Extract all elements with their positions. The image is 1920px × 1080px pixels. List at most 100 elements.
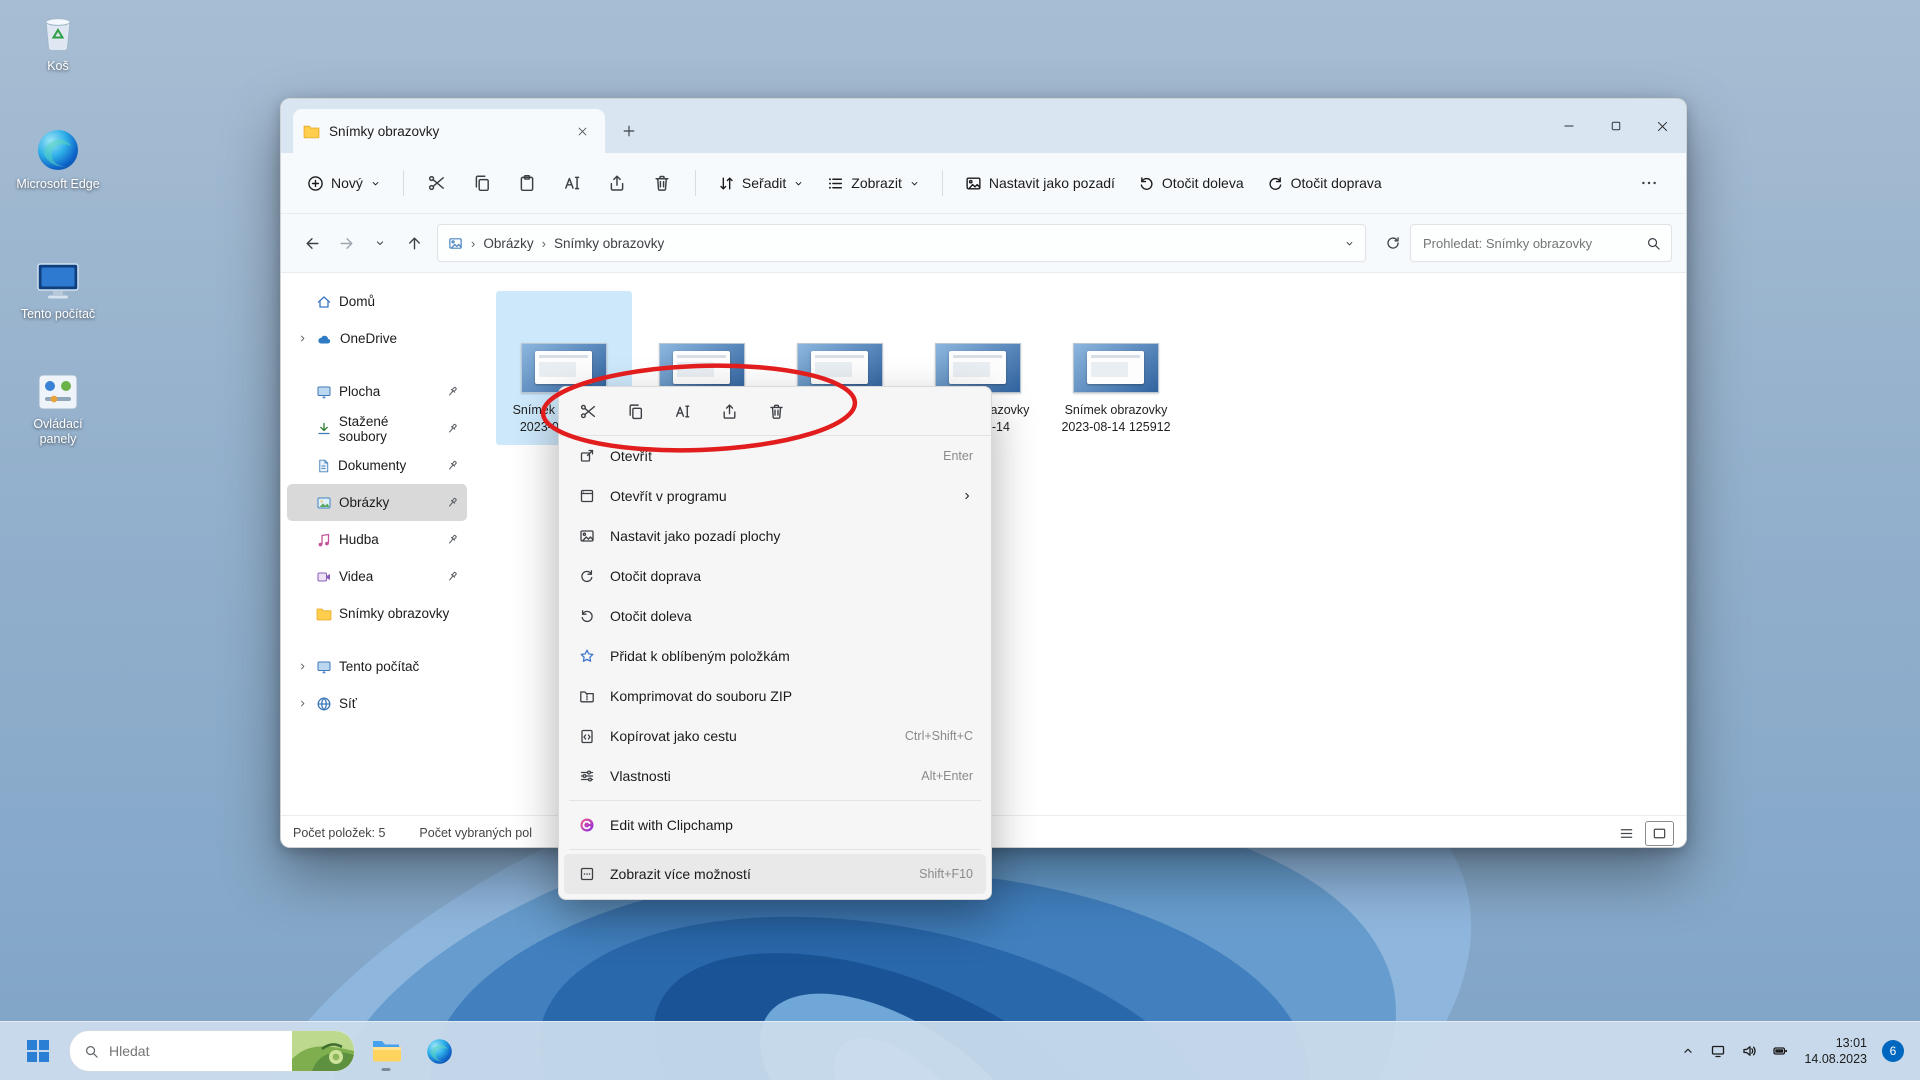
new-button[interactable]: Nový bbox=[297, 168, 391, 199]
view-button[interactable]: Zobrazit bbox=[817, 168, 930, 199]
rotate-right-button[interactable]: Otočit doprava bbox=[1257, 168, 1392, 199]
menu-item-compress-to-zip[interactable]: Komprimovat do souboru ZIP bbox=[564, 676, 986, 716]
breadcrumb-item-snimky-obrazovky[interactable]: Snímky obrazovky bbox=[554, 236, 664, 251]
sort-button[interactable]: Seřadit bbox=[708, 168, 814, 199]
share-button[interactable] bbox=[596, 165, 638, 201]
up-button[interactable] bbox=[397, 226, 431, 260]
menu-item-label: Zobrazit více možností bbox=[610, 866, 906, 882]
tray-chevron-up-icon[interactable] bbox=[1681, 1044, 1695, 1058]
desktop-icon-control-panel[interactable]: Ovládací panely bbox=[10, 372, 106, 447]
sidebar-gap bbox=[281, 632, 473, 648]
chevron-down-icon bbox=[370, 178, 381, 189]
context-menu-command-bar bbox=[559, 387, 991, 436]
new-tab-button[interactable] bbox=[613, 115, 645, 147]
volume-icon[interactable] bbox=[1741, 1043, 1757, 1059]
sidebar-item-desktop[interactable]: Plocha bbox=[287, 373, 467, 410]
minimize-button[interactable] bbox=[1545, 99, 1592, 153]
menu-item-open-with[interactable]: Otevřít v programu bbox=[564, 476, 986, 516]
toolbar-divider bbox=[942, 170, 943, 196]
menu-item-copy-as-path[interactable]: Kopírovat jako cestu Ctrl+Shift+C bbox=[564, 716, 986, 756]
desktop-icon-recycle-bin[interactable]: Koš bbox=[10, 10, 106, 74]
titlebar[interactable]: Snímky obrazovky bbox=[281, 99, 1686, 153]
edge-icon bbox=[36, 128, 80, 172]
sidebar-item-label: Obrázky bbox=[339, 495, 389, 510]
file-tile-5[interactable]: Snímek obrazovky 2023-08-14 125912 bbox=[1048, 291, 1184, 445]
tab-close-button[interactable] bbox=[569, 118, 595, 144]
search-promo-image[interactable] bbox=[292, 1031, 354, 1071]
menu-item-label: Komprimovat do souboru ZIP bbox=[610, 688, 960, 704]
chevron-right-icon[interactable] bbox=[295, 661, 309, 672]
rotate-left-button[interactable]: Otočit doleva bbox=[1128, 168, 1254, 199]
breadcrumb-separator-icon: › bbox=[471, 236, 475, 251]
paste-button[interactable] bbox=[506, 165, 548, 201]
taskbar-file-explorer-button[interactable] bbox=[364, 1028, 408, 1074]
sort-button-label: Seřadit bbox=[742, 175, 786, 191]
chevron-right-icon[interactable] bbox=[295, 698, 309, 709]
explorer-search-input[interactable] bbox=[1421, 235, 1638, 252]
chevron-down-icon bbox=[793, 178, 804, 189]
desktop-icon-edge[interactable]: Microsoft Edge bbox=[10, 128, 106, 192]
network-tray-icon[interactable] bbox=[1710, 1043, 1726, 1059]
cut-button[interactable] bbox=[416, 165, 458, 201]
close-button[interactable] bbox=[1639, 99, 1686, 153]
share-button[interactable] bbox=[710, 393, 748, 429]
menu-item-rotate-left[interactable]: Otočit doleva bbox=[564, 596, 986, 636]
sidebar-item-downloads[interactable]: Stažené soubory bbox=[287, 410, 467, 447]
details-view-button[interactable] bbox=[1613, 822, 1640, 845]
rename-button[interactable] bbox=[551, 165, 593, 201]
sidebar-item-home[interactable]: Domů bbox=[287, 283, 467, 320]
large-icons-view-button[interactable] bbox=[1645, 821, 1674, 846]
star-icon bbox=[577, 648, 597, 664]
menu-item-open[interactable]: Otevřít Enter bbox=[564, 436, 986, 476]
toolbar-divider bbox=[695, 170, 696, 196]
address-bar: › Obrázky › Snímky obrazovky bbox=[281, 214, 1686, 273]
breadcrumb-item-obrazky[interactable]: Obrázky bbox=[483, 236, 533, 251]
taskbar-edge-button[interactable] bbox=[417, 1028, 461, 1074]
taskbar-search-input[interactable] bbox=[107, 1042, 261, 1060]
sidebar-item-videos[interactable]: Videa bbox=[287, 558, 467, 595]
battery-icon[interactable] bbox=[1772, 1043, 1789, 1059]
explorer-search-box[interactable] bbox=[1410, 224, 1672, 262]
history-chevron-button[interactable] bbox=[363, 226, 397, 260]
sidebar-item-pictures[interactable]: Obrázky bbox=[287, 484, 467, 521]
set-background-button[interactable]: Nastavit jako pozadí bbox=[955, 168, 1125, 199]
menu-item-shortcut: Shift+F10 bbox=[919, 867, 973, 881]
address-dropdown-chevron-icon[interactable] bbox=[1344, 238, 1355, 249]
delete-button[interactable] bbox=[757, 393, 795, 429]
sidebar-item-this-pc[interactable]: Tento počítač bbox=[287, 648, 467, 685]
copy-button[interactable] bbox=[461, 165, 503, 201]
start-button[interactable] bbox=[16, 1028, 60, 1074]
menu-item-rotate-right[interactable]: Otočit doprava bbox=[564, 556, 986, 596]
sidebar-item-documents[interactable]: Dokumenty bbox=[287, 447, 467, 484]
desktop-icon-this-pc[interactable]: Tento počítač bbox=[10, 260, 106, 322]
chevron-right-icon[interactable] bbox=[295, 333, 309, 344]
breadcrumb[interactable]: › Obrázky › Snímky obrazovky bbox=[437, 224, 1366, 262]
menu-item-show-more-options[interactable]: Zobrazit více možností Shift+F10 bbox=[564, 854, 986, 894]
zip-icon bbox=[577, 688, 597, 704]
see-more-button[interactable] bbox=[1628, 165, 1670, 201]
pin-icon bbox=[446, 533, 459, 546]
menu-item-label: Přidat k oblíbeným položkám bbox=[610, 648, 960, 664]
menu-item-properties[interactable]: Vlastnosti Alt+Enter bbox=[564, 756, 986, 796]
sidebar-item-screenshots[interactable]: Snímky obrazovky bbox=[287, 595, 467, 632]
menu-item-edit-with-clipchamp[interactable]: Edit with Clipchamp bbox=[564, 805, 986, 845]
refresh-button[interactable] bbox=[1376, 226, 1410, 260]
forward-button[interactable] bbox=[329, 226, 363, 260]
taskbar-clock[interactable]: 13:01 14.08.2023 bbox=[1804, 1035, 1867, 1068]
copy-button[interactable] bbox=[616, 393, 654, 429]
cut-button[interactable] bbox=[569, 393, 607, 429]
notification-count-badge[interactable]: 6 bbox=[1882, 1040, 1904, 1062]
menu-item-set-as-desktop-background[interactable]: Nastavit jako pozadí plochy bbox=[564, 516, 986, 556]
menu-item-add-to-favorites[interactable]: Přidat k oblíbeným položkám bbox=[564, 636, 986, 676]
tab-snimky-obrazovky[interactable]: Snímky obrazovky bbox=[293, 109, 605, 153]
back-button[interactable] bbox=[295, 226, 329, 260]
delete-button[interactable] bbox=[641, 165, 683, 201]
context-menu: Otevřít Enter Otevřít v programu Nastavi… bbox=[558, 386, 992, 900]
rename-button[interactable] bbox=[663, 393, 701, 429]
maximize-button[interactable] bbox=[1592, 99, 1639, 153]
taskbar-search-box[interactable] bbox=[69, 1030, 355, 1072]
sidebar-item-music[interactable]: Hudba bbox=[287, 521, 467, 558]
sidebar-item-onedrive[interactable]: OneDrive bbox=[287, 320, 467, 357]
sidebar-item-network[interactable]: Síť bbox=[287, 685, 467, 722]
navigation-pane: Domů OneDrive Ploch bbox=[281, 273, 473, 815]
